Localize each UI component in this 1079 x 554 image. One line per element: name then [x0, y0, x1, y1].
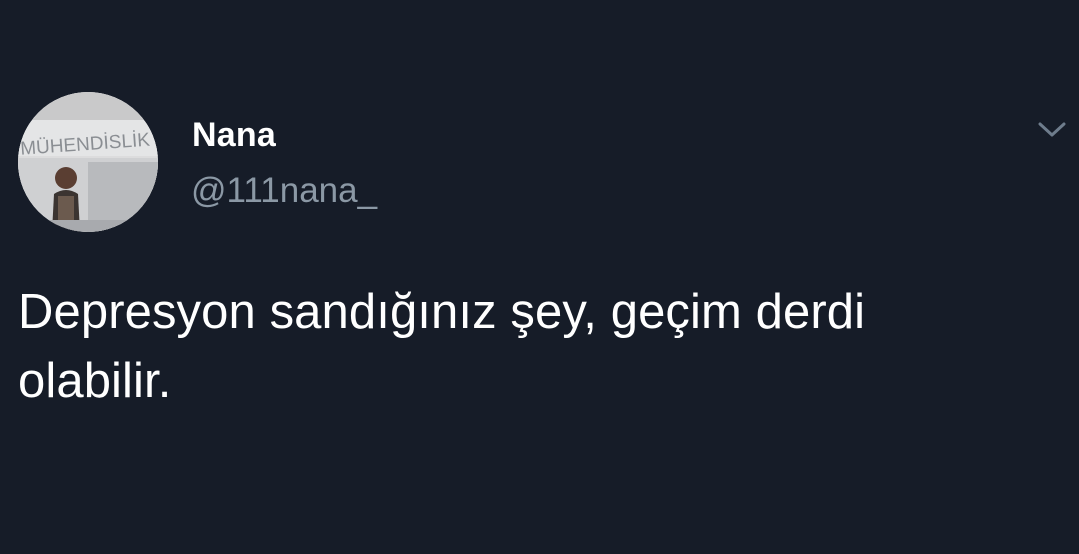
- avatar[interactable]: MÜHENDİSLİK: [18, 92, 158, 232]
- tweet-card: MÜHENDİSLİK Nana @111nana_ Depresyon san…: [0, 0, 1079, 554]
- tweet-text-line-2: olabilir.: [18, 354, 172, 408]
- tweet-text: Depresyon sandığınız şey, geçim derdi ol…: [18, 278, 1063, 416]
- author-name[interactable]: Nana: [192, 116, 276, 155]
- chevron-down-icon: [1038, 122, 1066, 137]
- tweet-text-line-1: Depresyon sandığınız şey, geçim derdi: [18, 285, 866, 339]
- author-handle[interactable]: @111nana_: [191, 171, 377, 211]
- avatar-photo: MÜHENDİSLİK: [18, 92, 158, 232]
- tweet-menu-button[interactable]: [1032, 112, 1072, 146]
